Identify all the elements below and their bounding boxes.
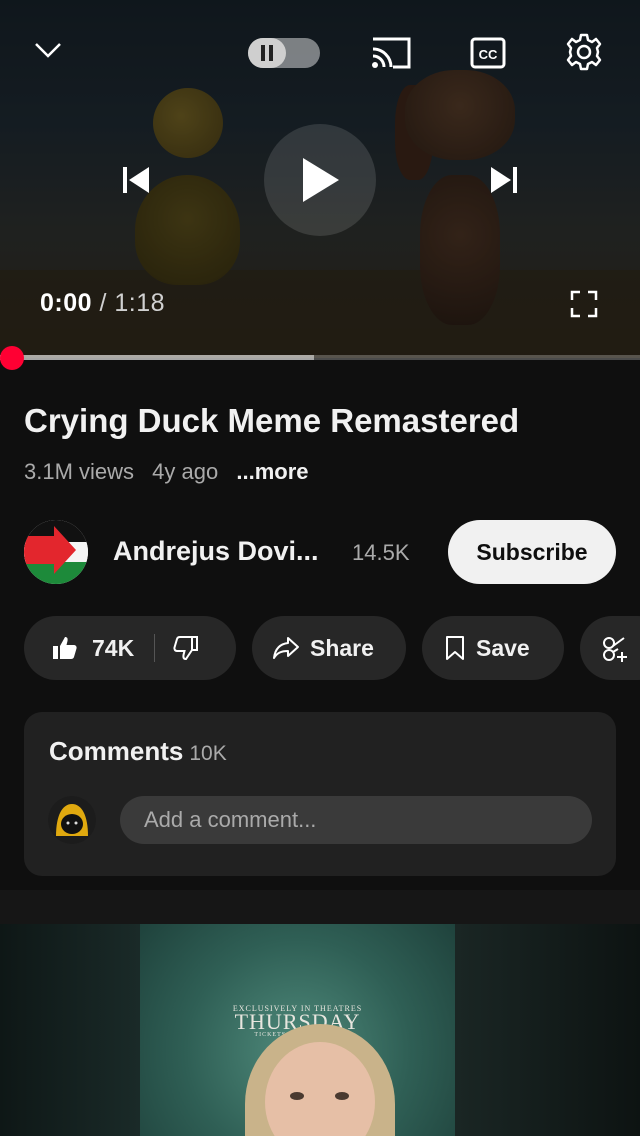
like-count: 74K <box>92 634 135 661</box>
video-meta[interactable]: 3.1M views 4y ago ...more <box>24 459 321 485</box>
thumbs-up-icon <box>53 637 77 659</box>
thumbs-down-icon <box>173 636 199 661</box>
buffered-bar <box>0 355 314 360</box>
minimize-chevron-icon[interactable] <box>28 30 68 70</box>
like-divider <box>154 634 156 662</box>
comments-header: Comments 10K <box>49 736 227 767</box>
right-eye <box>335 1092 349 1100</box>
remix-button[interactable] <box>580 616 640 680</box>
comments-title: Comments <box>49 736 184 766</box>
thumbnail-poster: EXCLUSIVELY IN THEATRES THURSDAY TICKETS… <box>140 924 455 1136</box>
like-button[interactable]: 74K <box>52 635 134 662</box>
play-button[interactable] <box>264 124 376 236</box>
save-button[interactable]: Save <box>422 616 564 680</box>
channel-avatar[interactable] <box>24 520 88 584</box>
time-separator: / <box>99 289 107 317</box>
autoplay-toggle[interactable] <box>248 38 320 68</box>
pause-icon <box>248 38 286 68</box>
comments-panel[interactable]: Comments 10K Add a comment... <box>24 712 616 876</box>
left-eye <box>290 1092 304 1100</box>
fullscreen-icon[interactable] <box>568 288 600 320</box>
more-link[interactable]: ...more <box>236 459 308 484</box>
subscriber-count: 14.5K <box>352 540 410 565</box>
previous-icon[interactable] <box>114 158 158 202</box>
closed-captions-icon[interactable]: CC <box>468 33 508 73</box>
like-dislike-group: 74K <box>24 616 236 680</box>
video-title: Crying Duck Meme Remastered <box>24 402 520 439</box>
share-button[interactable]: Share <box>252 616 406 680</box>
add-comment-input[interactable]: Add a comment... <box>120 796 592 844</box>
channel-name[interactable]: Andrejus Dovi... <box>113 536 319 567</box>
save-label: Save <box>476 634 530 661</box>
bookmark-icon <box>446 636 464 660</box>
current-time: 0:00 <box>40 289 93 317</box>
share-label: Share <box>310 634 374 661</box>
comments-count: 10K <box>189 742 227 765</box>
channel-row: Andrejus Dovi... 14.5K Subscribe <box>24 520 616 584</box>
time-display: 0:00 / 1:18 <box>40 289 165 318</box>
remix-icon <box>603 637 627 662</box>
subscribe-button[interactable]: Subscribe <box>448 520 616 584</box>
cast-icon[interactable] <box>368 33 414 73</box>
settings-gear-icon[interactable] <box>562 30 606 74</box>
duration: 1:18 <box>114 289 166 317</box>
section-divider <box>0 890 640 924</box>
cc-label: CC <box>479 47 498 62</box>
video-player[interactable]: CC 0:00 / 1:18 <box>0 0 640 358</box>
scrubber-handle[interactable] <box>0 346 24 370</box>
dislike-button[interactable] <box>173 635 199 661</box>
share-icon <box>273 637 299 659</box>
action-bar: 74K Share Save <box>24 616 640 680</box>
progress-bar[interactable] <box>0 346 640 370</box>
next-video-thumbnail[interactable]: EXCLUSIVELY IN THEATRES THURSDAY TICKETS… <box>0 924 640 1136</box>
play-icon <box>303 158 339 202</box>
view-count: 3.1M views <box>24 459 135 484</box>
upload-age: 4y ago <box>152 459 219 484</box>
next-icon[interactable] <box>482 158 526 202</box>
user-avatar <box>48 796 96 844</box>
